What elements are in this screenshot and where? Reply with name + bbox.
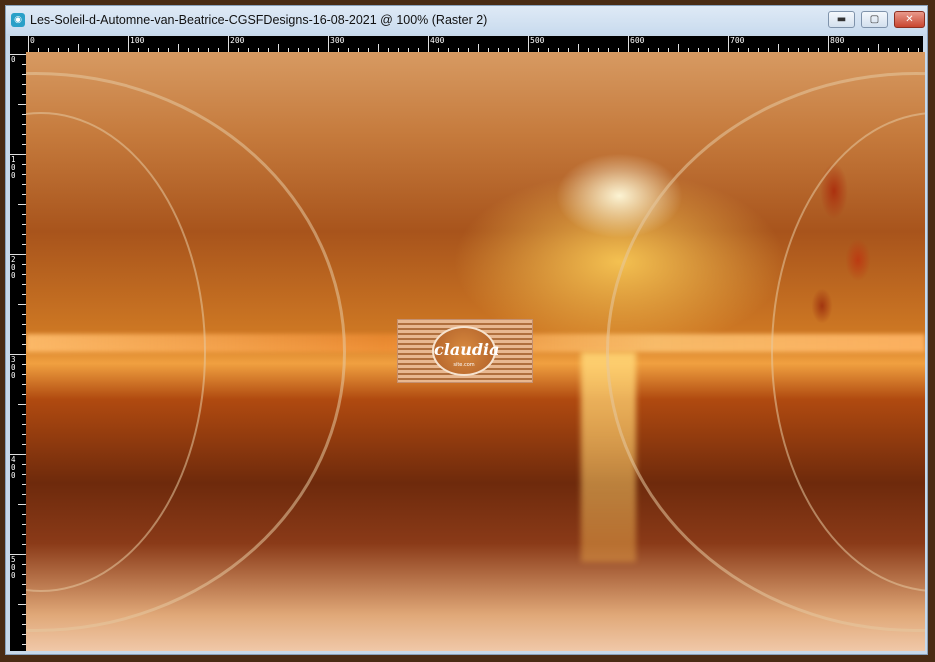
watermark-logo: claudia site.com bbox=[397, 319, 533, 383]
ruler-tick bbox=[628, 36, 629, 52]
ruler-label: 300 bbox=[11, 355, 16, 380]
ruler-label: 500 bbox=[11, 555, 16, 580]
ruler-tick bbox=[578, 44, 579, 52]
ruler-tick bbox=[878, 44, 879, 52]
window-title: Les-Soleil-d-Automne-van-Beatrice-CGSFDe… bbox=[30, 13, 488, 27]
ruler-label: 100 bbox=[130, 36, 145, 45]
ruler-label: 0 bbox=[30, 36, 35, 45]
ruler-tick bbox=[778, 44, 779, 52]
app-icon: ◉ bbox=[11, 13, 25, 27]
ruler-tick bbox=[178, 44, 179, 52]
ruler-tick bbox=[828, 36, 829, 52]
watermark-disc: claudia site.com bbox=[432, 326, 500, 376]
ruler-tick bbox=[678, 44, 679, 52]
ruler-label: 200 bbox=[230, 36, 245, 45]
horizontal-ruler[interactable]: 0 100 200 300 400 500 600 700 800 bbox=[26, 36, 923, 52]
work-area: 0 100 200 300 400 500 600 700 800 0 100 200 300 400 5… bbox=[10, 36, 925, 651]
ruler-tick bbox=[528, 36, 529, 52]
ruler-label: 400 bbox=[11, 455, 16, 480]
ruler-label: 100 bbox=[11, 155, 16, 180]
ruler-label: 600 bbox=[630, 36, 645, 45]
ruler-label: 500 bbox=[530, 36, 545, 45]
ruler-label: 0 bbox=[11, 55, 16, 64]
ruler-tick bbox=[18, 104, 26, 105]
ruler-label: 700 bbox=[730, 36, 745, 45]
ruler-tick bbox=[328, 36, 329, 52]
ruler-tick bbox=[18, 404, 26, 405]
close-button[interactable]: ✕ bbox=[894, 11, 925, 28]
ruler-tick bbox=[78, 44, 79, 52]
image-window: ◉ Les-Soleil-d-Automne-van-Beatrice-CGSF… bbox=[5, 5, 928, 655]
ruler-label: 200 bbox=[11, 255, 16, 280]
ruler-corner bbox=[10, 36, 26, 52]
ruler-tick bbox=[28, 36, 29, 52]
ruler-tick bbox=[128, 36, 129, 52]
ruler-tick bbox=[18, 604, 26, 605]
minimize-button[interactable]: ▬ bbox=[828, 11, 855, 28]
ruler-tick bbox=[478, 44, 479, 52]
vertical-ruler[interactable]: 0 100 200 300 400 500 bbox=[10, 52, 26, 651]
ruler-tick bbox=[18, 204, 26, 205]
ruler-label: 400 bbox=[430, 36, 445, 45]
ruler-tick bbox=[18, 304, 26, 305]
watermark-subtext: site.com bbox=[453, 362, 475, 368]
ruler-label: 300 bbox=[330, 36, 345, 45]
ruler-label: 800 bbox=[830, 36, 845, 45]
image-canvas[interactable]: claudia site.com bbox=[26, 52, 925, 651]
ruler-tick bbox=[378, 44, 379, 52]
maximize-button[interactable]: ▢ bbox=[861, 11, 888, 28]
ruler-tick bbox=[428, 36, 429, 52]
watermark-text: claudia bbox=[434, 340, 500, 359]
ruler-tick bbox=[278, 44, 279, 52]
ruler-tick bbox=[228, 36, 229, 52]
title-bar[interactable]: ◉ Les-Soleil-d-Automne-van-Beatrice-CGSF… bbox=[6, 6, 927, 34]
ruler-tick bbox=[728, 36, 729, 52]
ruler-tick bbox=[18, 504, 26, 505]
